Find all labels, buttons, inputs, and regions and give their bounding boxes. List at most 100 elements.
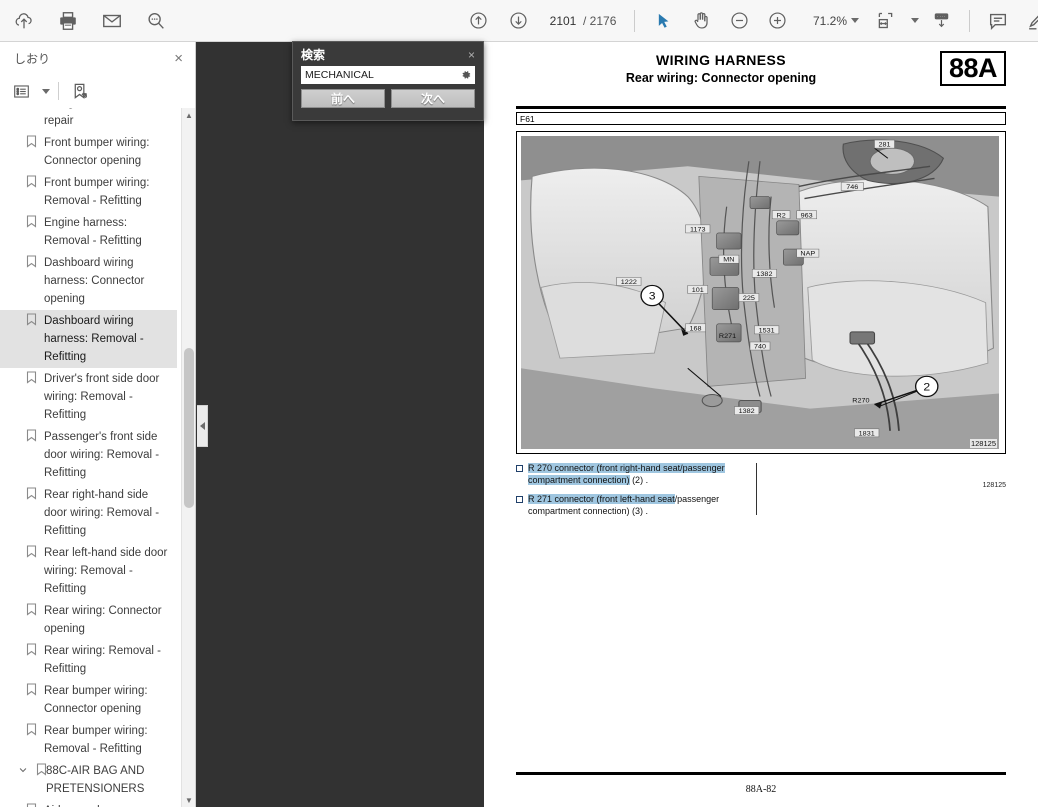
bookmark-label: Dashboard wiring harness: Removal - Refi… (44, 312, 173, 366)
bookmark-item[interactable]: Airbag and (0, 800, 177, 807)
bookmark-icon (26, 255, 37, 268)
bookmark-item[interactable]: Front bumper wiring: Connector opening (0, 132, 177, 172)
bookmark-item[interactable]: Dashboard wiring harness: Connector open… (0, 252, 177, 310)
zoom-level-dropdown[interactable]: 71.2% (799, 14, 863, 28)
bookmark-icon (26, 723, 37, 736)
search-dialog-buttons: 前へ 次へ (301, 89, 475, 108)
fit-page-icon[interactable] (869, 5, 901, 37)
document-notes: R 270 connector (front right-hand seat/p… (516, 462, 1006, 517)
chevron-down-icon[interactable] (851, 18, 859, 23)
sidebar-options-chevron-down-icon[interactable] (42, 89, 50, 94)
upload-cloud-icon[interactable] (8, 5, 40, 37)
collapse-arrow-icon (200, 422, 205, 430)
page-number-input[interactable] (546, 11, 580, 31)
bookmark-item[interactable]: Driver's front side door wiring: Removal… (0, 368, 177, 426)
scrollbar-thumb[interactable] (184, 348, 194, 508)
svg-text:740: 740 (754, 344, 766, 351)
bookmark-item[interactable]: Rear wiring: Connector opening (0, 600, 177, 640)
bookmark-item[interactable]: Engine harness: Removal - Refitting (0, 212, 177, 252)
sidebar-tool-separator (58, 82, 59, 100)
highlight-pen-icon[interactable] (1020, 5, 1038, 37)
svg-text:R2: R2 (777, 213, 786, 220)
svg-text:2: 2 (923, 381, 930, 393)
search-icon[interactable] (140, 5, 172, 37)
bookmark-label: Rear bumper wiring: Connector opening (44, 682, 173, 718)
bookmark-label: Passenger's front side door wiring: Remo… (44, 428, 173, 482)
zoom-out-icon[interactable] (723, 5, 755, 37)
scroll-down-arrow-icon[interactable]: ▼ (182, 793, 195, 807)
bookmark-item[interactable]: Front bumper wiring: Removal - Refitting (0, 172, 177, 212)
list-options-icon[interactable] (8, 79, 34, 103)
svg-text:R270: R270 (852, 398, 869, 405)
bookmark-icon (26, 803, 37, 807)
select-tool-icon[interactable] (647, 5, 679, 37)
bookmark-icon (26, 683, 37, 696)
sub-reference-label: F61 (517, 114, 535, 124)
figure-illustration: 3 2 281 746 1173 (521, 136, 999, 449)
page-down-icon[interactable] (502, 5, 534, 37)
bookmark-icon (26, 643, 37, 656)
page-title: WIRING HARNESS (516, 52, 1006, 68)
section-code-badge: 88A (940, 51, 1006, 86)
bookmark-label: Front bumper wiring: Connector opening (44, 134, 173, 170)
bookmark-icon (26, 175, 37, 188)
zoom-in-icon[interactable] (761, 5, 793, 37)
svg-text:1531: 1531 (759, 328, 775, 335)
svg-text:1382: 1382 (739, 408, 755, 415)
bookmark-item[interactable]: 88C-AIR BAG AND PRETENSIONERS (0, 760, 177, 800)
toolbar-page-group: / 2176 (462, 5, 620, 37)
bookmark-icon (26, 313, 37, 326)
bookmark-item[interactable]: Rear right-hand side door wiring: Remova… (0, 484, 177, 542)
bookmark-label: Rear left-hand side door wiring: Removal… (44, 544, 173, 598)
bookmark-item[interactable]: Passenger's front side door wiring: Remo… (0, 426, 177, 484)
bookmark-icon (26, 603, 37, 616)
document-viewer[interactable]: WIRING HARNESS Rear wiring: Connector op… (196, 42, 1038, 807)
bookmark-item[interactable]: Rear bumper wiring: Connector opening (0, 680, 177, 720)
bookmark-item[interactable]: Rear bumper wiring: Removal - Refitting (0, 720, 177, 760)
scroll-up-arrow-icon[interactable]: ▲ (182, 108, 195, 122)
fit-page-chevron-down-icon[interactable] (911, 18, 919, 23)
bookmark-item[interactable]: Rear wiring: Removal - Refitting (0, 640, 177, 680)
svg-text:168: 168 (690, 326, 702, 333)
email-icon[interactable] (96, 5, 128, 37)
bookmark-item[interactable]: Dashboard wiring harness: Removal - Refi… (0, 310, 177, 368)
bookmark-label: Rear wiring: Removal - Refitting (44, 642, 173, 678)
bookmark-label: Rear bumper wiring: Removal - Refitting (44, 722, 173, 758)
search-dialog-close-icon[interactable]: × (468, 49, 475, 61)
sidebar-close-icon[interactable]: × (174, 51, 183, 66)
main-toolbar: / 2176 (0, 0, 1038, 42)
search-dialog[interactable]: 検索 × 前へ 次へ (292, 41, 484, 121)
bookmark-icon (26, 215, 37, 228)
bookmark-icon (26, 429, 37, 442)
toolbar-right-group: 71.2% (628, 5, 1038, 37)
search-next-button[interactable]: 次へ (391, 89, 475, 108)
print-icon[interactable] (52, 5, 84, 37)
page-subtitle: Rear wiring: Connector opening (516, 71, 1006, 85)
search-prev-button[interactable]: 前へ (301, 89, 385, 108)
bullet-square-icon (516, 465, 523, 472)
bookmark-label: Dashboard wiring harness: Connector open… (44, 254, 173, 308)
hand-tool-icon[interactable] (685, 5, 717, 37)
note-bracket-line (756, 463, 757, 515)
svg-text:1222: 1222 (621, 279, 637, 286)
search-input[interactable] (305, 67, 460, 83)
footer-page-number: 88A-82 (484, 784, 1038, 795)
note-text: R 271 connector (front left-hand seat/pa… (528, 493, 760, 517)
toolbar-separator-2 (969, 10, 970, 32)
gear-icon[interactable] (460, 69, 472, 81)
note-highlight: R 270 connector (front right-hand seat/p… (528, 463, 725, 485)
svg-text:1382: 1382 (756, 271, 772, 278)
chevron-down-icon[interactable] (18, 765, 28, 775)
bookmark-label: Airbag and (44, 802, 100, 807)
bookmark-item[interactable]: wiring: Precautions for repair (0, 108, 177, 132)
note-text: R 270 connector (front right-hand seat/p… (528, 462, 760, 486)
bookmark-icon (26, 487, 37, 500)
sidebar-scrollbar[interactable]: ▲ ▼ (181, 108, 195, 807)
scroll-mode-icon[interactable] (925, 5, 957, 37)
bookmark-item[interactable]: Rear left-hand side door wiring: Removal… (0, 542, 177, 600)
new-bookmark-icon[interactable] (67, 79, 93, 103)
page-up-icon[interactable] (462, 5, 494, 37)
comment-icon[interactable] (982, 5, 1014, 37)
bookmark-label: Rear wiring: Connector opening (44, 602, 173, 638)
sidebar-collapse-handle[interactable] (197, 405, 208, 447)
